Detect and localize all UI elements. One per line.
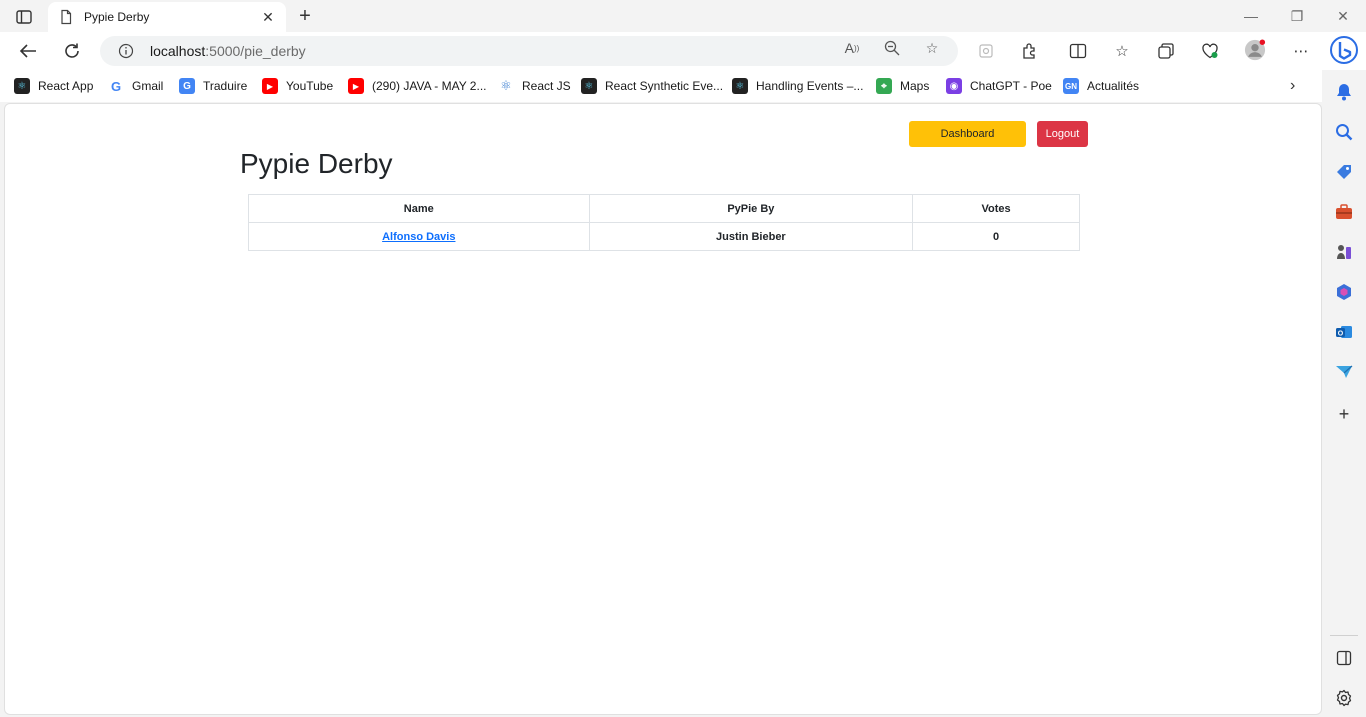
cell-name: Alfonso Davis: [248, 222, 590, 251]
refresh-button[interactable]: [58, 38, 86, 64]
dashboard-button[interactable]: Dashboard: [909, 121, 1026, 147]
close-window-button[interactable]: ✕: [1320, 6, 1366, 26]
refresh-icon: [65, 43, 79, 58]
tab-close-icon[interactable]: ✕: [260, 9, 276, 25]
tab-title: Pypie Derby: [84, 10, 150, 24]
more-options-icon[interactable]: ⋯: [1290, 40, 1312, 62]
settings-gear-icon[interactable]: [1334, 688, 1354, 708]
url-path: :5000/pie_derby: [205, 43, 306, 59]
url-host: localhost: [150, 43, 206, 59]
copilot-icon[interactable]: [1330, 36, 1358, 64]
bookmark-gmail[interactable]: G Gmail: [108, 77, 163, 95]
bookmarks-bar: ⚛ React App G Gmail G Traduire ▶ YouTube ▶ (2…: [0, 70, 1366, 102]
browser-essentials-icon[interactable]: [1199, 40, 1221, 62]
hide-sidebar-icon[interactable]: [1334, 648, 1354, 668]
youtube-icon: ▶: [348, 78, 364, 94]
page-title: Pypie Derby: [240, 148, 393, 179]
maps-icon: ⌖: [876, 78, 892, 94]
site-info-icon[interactable]: [118, 43, 134, 59]
logout-button[interactable]: Logout: [1037, 121, 1088, 147]
add-sidebar-app-icon[interactable]: +: [1334, 404, 1354, 424]
split-screen-icon[interactable]: [1067, 40, 1089, 62]
svg-text:O: O: [1338, 331, 1344, 338]
browser-toolbar: localhost:5000/pie_derby A)) ☆ ☆ ⋯: [0, 32, 1366, 70]
profile-avatar[interactable]: [1244, 39, 1266, 61]
sidebar-divider: [1330, 635, 1358, 636]
shopping-tag-icon[interactable]: [1334, 162, 1354, 182]
react-icon: ⚛: [732, 78, 748, 94]
bookmark-actualites[interactable]: GN Actualités: [1063, 77, 1139, 95]
news-icon: GN: [1063, 78, 1079, 94]
bookmark-java-video[interactable]: ▶ (290) JAVA - MAY 2...: [348, 77, 487, 95]
new-tab-button[interactable]: +: [294, 5, 316, 27]
table-row: Alfonso Davis Justin Bieber 0: [248, 222, 1080, 251]
minimize-button[interactable]: —: [1228, 6, 1274, 26]
read-aloud-icon[interactable]: A)): [842, 39, 862, 57]
send-plane-icon[interactable]: [1334, 362, 1354, 382]
extension-grid-icon[interactable]: [975, 40, 997, 62]
bookmark-handling-events[interactable]: ⚛ Handling Events –...: [732, 77, 863, 95]
bookmark-chatgpt-poe[interactable]: ◉ ChatGPT - Poe: [946, 77, 1052, 95]
column-header-name: Name: [248, 194, 590, 223]
bookmark-react-synthetic-events[interactable]: ⚛ React Synthetic Eve...: [581, 77, 723, 95]
page-viewport: Dashboard Logout Pypie Derby Name PyPie …: [4, 103, 1322, 715]
favorites-icon[interactable]: ☆: [1111, 40, 1133, 62]
edge-sidebar: O +: [1322, 70, 1366, 717]
notifications-bell-icon[interactable]: [1334, 82, 1354, 102]
bookmark-traduire[interactable]: G Traduire: [179, 77, 247, 95]
back-button[interactable]: [14, 38, 42, 64]
outlook-icon[interactable]: O: [1334, 322, 1354, 342]
page-favicon-icon: [61, 9, 72, 25]
translate-icon: G: [179, 78, 195, 94]
zoom-out-icon[interactable]: [882, 39, 902, 57]
microsoft-365-icon[interactable]: [1334, 282, 1354, 302]
bookmark-react-app[interactable]: ⚛ React App: [14, 77, 93, 95]
pie-derby-table: Name PyPie By Votes Alfonso Davis Justin…: [248, 194, 1080, 251]
column-header-votes: Votes: [912, 194, 1080, 223]
extensions-icon[interactable]: [1019, 40, 1041, 62]
cell-votes: 0: [912, 222, 1080, 251]
tab-actions-icon: [16, 10, 32, 24]
tab-actions-button[interactable]: [10, 6, 38, 28]
bookmark-maps[interactable]: ⌖ Maps: [876, 77, 929, 95]
react-icon: ⚛: [14, 78, 30, 94]
cell-pypie-by: Justin Bieber: [588, 222, 914, 251]
react-icon: ⚛: [498, 78, 514, 94]
browser-tab-active[interactable]: Pypie Derby ✕: [48, 2, 286, 32]
column-header-pypie-by: PyPie By: [588, 194, 914, 223]
back-arrow-icon: [19, 44, 36, 58]
pie-name-link[interactable]: Alfonso Davis: [382, 231, 455, 243]
restore-button[interactable]: ❐: [1274, 6, 1320, 26]
react-icon: ⚛: [581, 78, 597, 94]
search-icon[interactable]: [1334, 122, 1354, 142]
google-icon: G: [108, 78, 124, 94]
bookmark-youtube[interactable]: ▶ YouTube: [262, 77, 333, 95]
browser-titlebar: Pypie Derby ✕ + — ❐ ✕: [0, 0, 1366, 32]
address-bar[interactable]: localhost:5000/pie_derby: [100, 36, 958, 66]
table-header-row: Name PyPie By Votes: [248, 194, 1080, 223]
tools-briefcase-icon[interactable]: [1334, 202, 1354, 222]
favorite-star-icon[interactable]: ☆: [922, 39, 942, 57]
games-chess-icon[interactable]: [1334, 242, 1354, 262]
poe-icon: ◉: [946, 78, 962, 94]
youtube-icon: ▶: [262, 78, 278, 94]
bookmark-react-js[interactable]: ⚛ React JS: [498, 77, 571, 95]
more-bookmarks-chevron-icon[interactable]: ›: [1290, 77, 1295, 95]
collections-icon[interactable]: [1155, 40, 1177, 62]
